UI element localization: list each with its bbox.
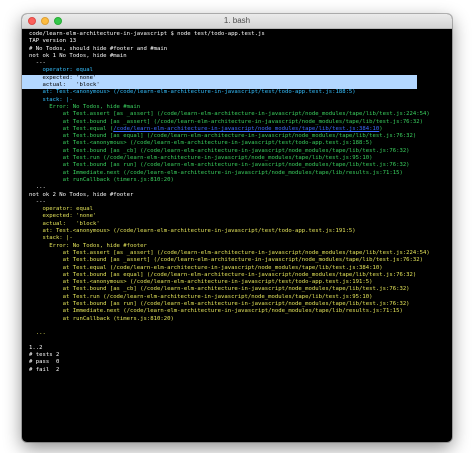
terminal-line: ... xyxy=(29,184,46,191)
terminal-line: # No Todos, should hide #footer and #mai… xyxy=(29,45,168,52)
terminal-line: at Test.bound [as equal] (/code/learn-el… xyxy=(29,133,417,140)
terminal-line: at Immediate.next (/code/learn-elm-archi… xyxy=(29,308,403,315)
terminal-line: actual: 'block' xyxy=(22,82,417,90)
terminal-line: stack: |- xyxy=(29,235,73,242)
terminal-line: at Test.bound [as equal] (/code/learn-el… xyxy=(29,271,417,278)
terminal-line: at Test.run (/code/learn-elm-architectur… xyxy=(29,293,373,300)
terminal-line: code/learn-elm-architecture-in-javascrip… xyxy=(29,31,265,37)
window-title: 1. bash xyxy=(223,16,251,25)
terminal-line: at: Test.<anonymous> (/code/learn-elm-ar… xyxy=(29,228,356,235)
terminal-line: at Test.equal (/code/learn-elm-architect… xyxy=(29,264,383,271)
terminal-line: # fail 2 xyxy=(29,366,60,373)
terminal-line: Error: No Todos, hide #main xyxy=(29,103,141,110)
terminal-line: at Test.<anonymous> (/code/learn-elm-arc… xyxy=(29,140,373,147)
terminal-line: expected: 'none' xyxy=(22,74,417,83)
terminal-line: expected: 'none' xyxy=(29,213,97,220)
terminal-line: at Test.run (/code/learn-elm-architectur… xyxy=(29,155,373,162)
terminal-line: at Test.bound [as _assert] (/code/learn-… xyxy=(29,118,424,125)
terminal-line: 1..2 xyxy=(29,344,43,351)
terminal-line: at Test.bound [as run] (/code/learn-elm-… xyxy=(29,300,410,307)
terminal-line: ... xyxy=(29,330,46,337)
terminal-line: Error: No Todos, hide #footer xyxy=(29,242,147,249)
terminal-line: at Test.bound [as run] (/code/learn-elm-… xyxy=(29,162,410,169)
terminal-line: # tests 2 xyxy=(29,352,60,359)
terminal-line: at: Test.<anonymous> (/code/learn-elm-ar… xyxy=(29,89,356,96)
terminal-line: at Test.assert [as _assert] (/code/learn… xyxy=(29,249,430,256)
terminal-line: operator: equal xyxy=(29,67,93,74)
terminal-line: at runCallback (timers.js:810:20) xyxy=(29,176,174,183)
terminal-output[interactable]: code/learn-elm-architecture-in-javascrip… xyxy=(22,29,452,374)
terminal-line: at Test.equal (/code/learn-elm-architect… xyxy=(29,125,383,132)
terminal-line: stack: |- xyxy=(29,96,73,103)
terminal-line: actual: 'block' xyxy=(29,220,100,227)
terminal-line: at Test.bound [as _cb] (/code/learn-elm-… xyxy=(29,147,410,154)
terminal-line: not ok 1 No Todos, hide #main xyxy=(29,52,127,59)
terminal-line: --- xyxy=(29,60,46,67)
terminal-line: at Immediate.next (/code/learn-elm-archi… xyxy=(29,169,403,176)
terminal-line: not ok 2 No Todos, hide #footer xyxy=(29,191,134,198)
title-bar: 1. bash xyxy=(22,14,452,29)
terminal-line: --- xyxy=(29,198,46,205)
terminal-line: at Test.bound [as _assert] (/code/learn-… xyxy=(29,257,424,264)
terminal-line: at Test.<anonymous> (/code/learn-elm-arc… xyxy=(29,279,373,286)
file-path-link[interactable]: /code/learn-elm-architecture-in-javascri… xyxy=(113,126,379,132)
terminal-line: operator: equal xyxy=(29,206,93,213)
terminal-line: TAP version 13 xyxy=(29,38,77,45)
terminal-line: # pass 0 xyxy=(29,359,60,366)
terminal-line: at Test.bound [as _cb] (/code/learn-elm-… xyxy=(29,286,410,293)
terminal-line: at runCallback (timers.js:810:20) xyxy=(29,315,174,322)
terminal-window: 1. bash code/learn-elm-architecture-in-j… xyxy=(22,14,452,442)
terminal-line: at Test.assert [as _assert] (/code/learn… xyxy=(29,111,430,118)
